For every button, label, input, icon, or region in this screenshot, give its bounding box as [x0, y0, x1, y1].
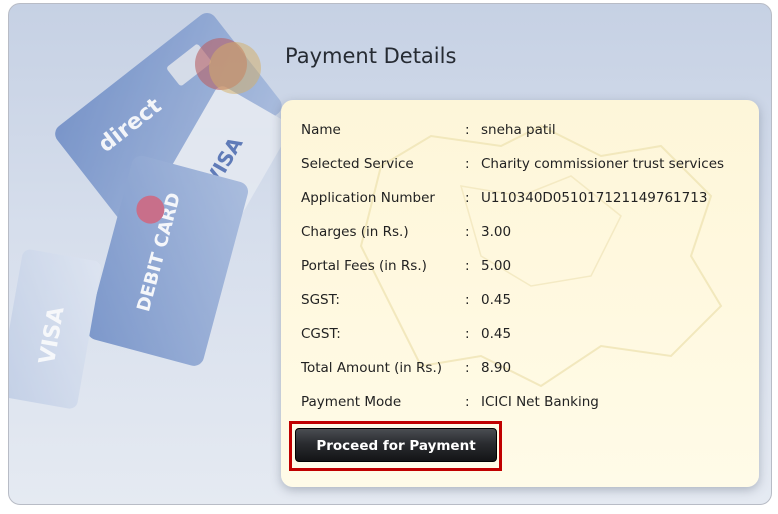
detail-value: ICICI Net Banking — [481, 394, 599, 410]
detail-label: Payment Mode — [301, 394, 402, 410]
proceed-for-payment-button[interactable]: Proceed for Payment — [295, 428, 497, 462]
detail-separator: : — [465, 326, 470, 342]
detail-label: SGST: — [301, 292, 340, 308]
detail-label: Selected Service — [301, 156, 414, 172]
detail-label: CGST: — [301, 326, 341, 342]
detail-value: 0.45 — [481, 326, 512, 342]
detail-label: Application Number — [301, 190, 435, 206]
detail-value: 8.90 — [481, 360, 512, 376]
detail-separator: : — [465, 224, 470, 240]
credit-cards-illustration: direct VISA DEBIT CARD VISA — [9, 13, 291, 409]
detail-value: U110340D051017121149761713 — [481, 190, 708, 206]
detail-label: Portal Fees (in Rs.) — [301, 258, 427, 274]
detail-separator: : — [465, 292, 470, 308]
detail-value: Charity commissioner trust services — [481, 156, 725, 172]
detail-value: 0.45 — [481, 292, 512, 308]
detail-value: 3.00 — [481, 224, 512, 240]
detail-separator: : — [465, 190, 470, 206]
detail-label: Charges (in Rs.) — [301, 224, 409, 240]
detail-separator: : — [465, 122, 470, 138]
payment-frame: direct VISA DEBIT CARD VISA Payment Deta… — [8, 3, 772, 505]
detail-value: 5.00 — [481, 258, 512, 274]
detail-label: Name — [301, 122, 341, 138]
detail-separator: : — [465, 258, 470, 274]
detail-separator: : — [465, 156, 470, 172]
detail-value: sneha patil — [481, 122, 556, 138]
detail-separator: : — [465, 360, 470, 376]
detail-separator: : — [465, 394, 470, 410]
page-title: Payment Details — [285, 44, 457, 68]
detail-label: Total Amount (in Rs.) — [301, 360, 442, 376]
